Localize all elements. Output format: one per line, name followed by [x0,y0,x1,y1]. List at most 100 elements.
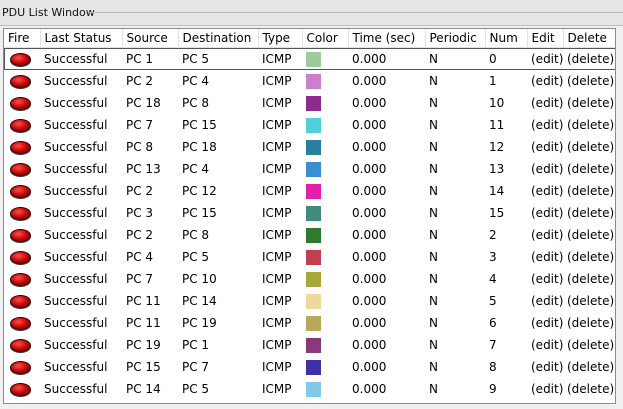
edit-link[interactable]: (edit) [527,48,563,71]
destination-cell: PC 4 [182,74,210,88]
column-header-edit[interactable]: Edit [527,29,564,48]
delete-link[interactable]: (delete) [563,202,615,224]
delete-link[interactable]: (delete) [563,180,615,202]
table-row[interactable]: Successful PC 19 PC 1 ICMP 0.000 N 7 (edit) (del… [4,334,615,356]
time-cell: 0.000 [352,140,387,154]
delete-link[interactable]: (delete) [563,378,615,400]
table-row[interactable]: Successful PC 3 PC 15 ICMP 0.000 N 15 (edit) (de… [4,202,615,224]
edit-link[interactable]: (edit) [527,70,563,92]
table-row[interactable]: Successful PC 11 PC 19 ICMP 0.000 N 6 (edit) (de… [4,312,615,334]
fire-button-icon[interactable] [10,185,31,198]
fire-button-icon[interactable] [10,273,31,286]
table-row[interactable]: Successful PC 8 PC 18 ICMP 0.000 N 12 (edit) (de… [4,136,615,158]
edit-link[interactable]: (edit) [527,202,563,224]
source-cell: PC 7 [126,272,154,286]
column-header-delete[interactable]: Delete [563,29,615,48]
fire-cell [4,114,40,136]
fire-button-icon[interactable] [10,97,31,110]
fire-button-icon[interactable] [10,53,31,66]
table-row[interactable]: Successful PC 2 PC 4 ICMP 0.000 N 1 (edit) (dele… [4,70,615,92]
edit-link[interactable]: (edit) [527,268,563,290]
column-header-last-status[interactable]: Last Status [40,29,123,48]
edit-link[interactable]: (edit) [527,334,563,356]
edit-link[interactable]: (edit) [527,180,563,202]
fire-button-icon[interactable] [10,207,31,220]
fire-button-icon[interactable] [10,339,31,352]
fire-button-icon[interactable] [10,163,31,176]
delete-link[interactable]: (delete) [563,136,615,158]
last-status-cell: Successful [44,382,108,396]
destination-cell: PC 15 [182,118,217,132]
edit-link[interactable]: (edit) [527,224,563,246]
fire-button-icon[interactable] [10,229,31,242]
fire-button-icon[interactable] [10,361,31,374]
edit-link[interactable]: (edit) [527,158,563,180]
column-header-color[interactable]: Color [302,29,349,48]
edit-link[interactable]: (edit) [527,378,563,400]
delete-link[interactable]: (delete) [563,246,615,268]
delete-link[interactable]: (delete) [563,356,615,378]
time-cell: 0.000 [352,382,387,396]
fire-cell [4,268,40,290]
table-row[interactable]: Successful PC 13 PC 4 ICMP 0.000 N 13 (edit) (de… [4,158,615,180]
color-swatch [306,139,321,155]
delete-link[interactable]: (delete) [563,224,615,246]
color-cell [302,136,348,158]
table-row[interactable]: Successful PC 14 PC 5 ICMP 0.000 N 9 (edit) (del… [4,378,615,400]
time-cell: 0.000 [352,228,387,242]
delete-link[interactable]: (delete) [563,92,615,114]
column-header-periodic[interactable]: Periodic [425,29,486,48]
edit-link[interactable]: (edit) [527,246,563,268]
delete-link[interactable]: (delete) [563,334,615,356]
num-cell: 12 [489,140,505,154]
column-header-time[interactable]: Time (sec) [348,29,426,48]
column-header-num[interactable]: Num [485,29,528,48]
pdu-table-container: Fire Last Status Source Destination Type… [3,28,616,404]
table-row[interactable]: Successful PC 15 PC 7 ICMP 0.000 N 8 (edit) (del… [4,356,615,378]
delete-link[interactable]: (delete) [563,48,615,71]
destination-cell: PC 1 [182,338,210,352]
table-row[interactable]: Successful PC 2 PC 8 ICMP 0.000 N 2 (edit) (dele… [4,224,615,246]
delete-link[interactable]: (delete) [563,290,615,312]
delete-link[interactable]: (delete) [563,268,615,290]
table-row[interactable]: Successful PC 1 PC 5 ICMP 0.000 N 0 (edit) (dele… [4,48,615,71]
title-bar: PDU List Window [0,0,623,26]
color-swatch [306,359,321,375]
edit-link[interactable]: (edit) [527,114,563,136]
edit-link[interactable]: (edit) [527,312,563,334]
column-header-type[interactable]: Type [258,29,303,48]
delete-link[interactable]: (delete) [563,158,615,180]
color-cell [302,48,348,71]
source-cell: PC 1 [126,52,154,66]
periodic-cell: N [429,162,438,176]
edit-link[interactable]: (edit) [527,136,563,158]
source-cell: PC 7 [126,118,154,132]
fire-button-icon[interactable] [10,141,31,154]
fire-button-icon[interactable] [10,317,31,330]
fire-cell [4,158,40,180]
table-row[interactable]: Successful PC 11 PC 14 ICMP 0.000 N 5 (edit) (de… [4,290,615,312]
num-cell: 1 [489,74,497,88]
fire-button-icon[interactable] [10,119,31,132]
table-row[interactable]: Successful PC 18 PC 8 ICMP 0.000 N 10 (edit) (de… [4,92,615,114]
time-cell: 0.000 [352,250,387,264]
edit-link[interactable]: (edit) [527,92,563,114]
periodic-cell: N [429,140,438,154]
edit-link[interactable]: (edit) [527,356,563,378]
edit-link[interactable]: (edit) [527,290,563,312]
table-row[interactable]: Successful PC 7 PC 15 ICMP 0.000 N 11 (edit) (de… [4,114,615,136]
fire-button-icon[interactable] [10,75,31,88]
fire-button-icon[interactable] [10,295,31,308]
fire-button-icon[interactable] [10,383,31,396]
last-status-cell: Successful [44,52,108,66]
table-row[interactable]: Successful PC 2 PC 12 ICMP 0.000 N 14 (edit) (de… [4,180,615,202]
table-row[interactable]: Successful PC 7 PC 10 ICMP 0.000 N 4 (edit) (del… [4,268,615,290]
delete-link[interactable]: (delete) [563,114,615,136]
delete-link[interactable]: (delete) [563,312,615,334]
column-header-fire[interactable]: Fire [4,29,41,48]
column-header-source[interactable]: Source [122,29,179,48]
column-header-destination[interactable]: Destination [178,29,259,48]
table-row[interactable]: Successful PC 4 PC 5 ICMP 0.000 N 3 (edit) (dele… [4,246,615,268]
delete-link[interactable]: (delete) [563,70,615,92]
fire-button-icon[interactable] [10,251,31,264]
